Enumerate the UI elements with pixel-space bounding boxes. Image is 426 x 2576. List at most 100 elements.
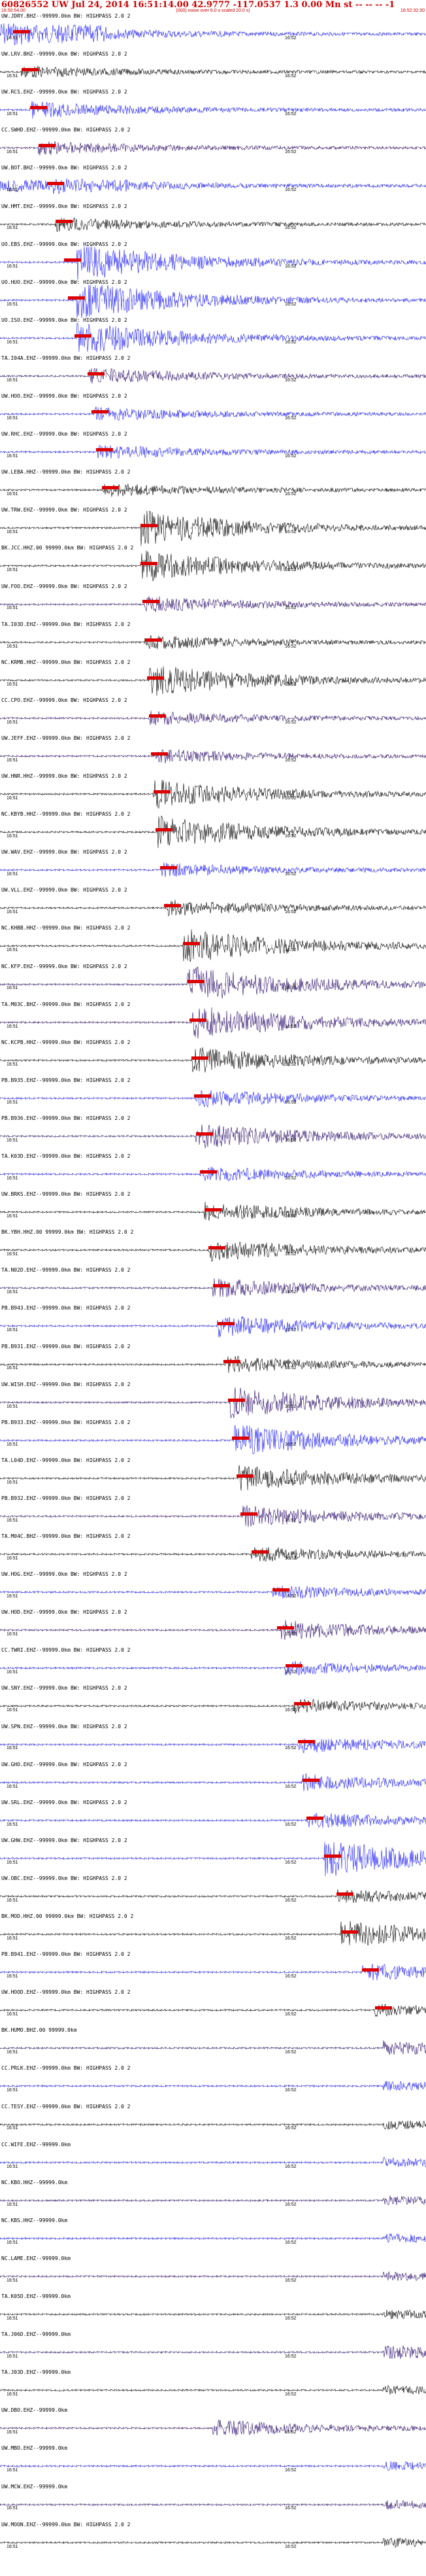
time-tick-left: 16:51 — [7, 74, 18, 79]
time-tick-right: 16:52 — [285, 35, 297, 41]
time-tick-left: 16:51 — [7, 1518, 18, 1523]
station-label: UW.HOG.EHZ--99999.0km BW: HIGHPASS 2.0 2 — [1, 1571, 127, 1578]
trace-row: UW.WISH.EHZ--99999.0km BW: HIGHPASS 2.0 … — [0, 1381, 426, 1419]
station-label: TA.K05D.EHZ--99999.0km — [1, 2293, 71, 2299]
time-tick-right: 16:52 — [285, 2430, 297, 2435]
trace-row: CC.WIFE.EHZ--99999.0km 16:51 16:52 — [0, 2141, 426, 2180]
time-tick-right: 16:52 — [285, 2050, 297, 2055]
pick-marker — [187, 980, 205, 984]
station-label: CC.PRLK.EHZ--99999.0km BW: HIGHPASS 2.0 … — [1, 2065, 131, 2072]
station-label: PB.B943.EHZ--99999.0km BW: HIGHPASS 2.0 … — [1, 1305, 131, 1312]
time-tick-right: 16:52 — [285, 1974, 297, 1979]
time-tick-right: 16:52 — [285, 986, 297, 991]
station-label: BK.MOD.HHZ.00 99999.0km BW: HIGHPASS 2.0… — [1, 1913, 134, 1919]
station-label: UW.HOOD.EHZ--99999.0km BW: HIGHPASS 2.0 … — [1, 1989, 131, 1996]
waveform-line — [0, 1813, 426, 1828]
trace-row: TA.K05D.EHZ--99999.0km 16:51 16:52 — [0, 2293, 426, 2331]
time-tick-right: 16:52 — [285, 377, 297, 383]
station-label: BK.YBH.HHZ.00 99999.0km BW: HIGHPASS 2.0… — [1, 1229, 134, 1236]
time-tick-right: 16:52 — [285, 795, 297, 801]
waveform-line — [0, 550, 426, 582]
time-tick-left: 16:51 — [7, 1404, 18, 1409]
station-label: UW.HMT.EHZ--99999.0km BW: HIGHPASS 2.0 2 — [1, 203, 127, 209]
trace-row: TA.I03D.EHZ--99999.0km BW: HIGHPASS 2.0 … — [0, 621, 426, 659]
trace-row: PB.B932.EHZ--99999.0km BW: HIGHPASS 2.0 … — [0, 1495, 426, 1533]
time-tick-left: 16:51 — [7, 530, 18, 535]
time-tick-right: 16:52 — [285, 2164, 297, 2169]
pick-marker — [144, 638, 162, 642]
waveform-line — [0, 1889, 426, 1904]
pick-marker — [323, 1854, 341, 1858]
waveform-line — [0, 966, 426, 999]
station-label: UW.JDRY.BHZ--99999.0km BW: HIGHPASS 2.0 … — [1, 13, 131, 19]
time-tick-left: 16:51 — [7, 1898, 18, 1903]
waveform-line — [0, 1278, 426, 1298]
pick-marker — [38, 144, 56, 148]
pick-marker — [189, 1018, 207, 1022]
waveform-line — [0, 635, 426, 649]
time-tick-right: 16:52 — [285, 1936, 297, 1941]
time-tick-left: 16:51 — [7, 1214, 18, 1219]
time-tick-right: 16:52 — [285, 606, 297, 611]
time-ticks — [0, 1058, 425, 1062]
station-label: CC.SWHD.EHZ--99999.0km BW: HIGHPASS 2.0 … — [1, 127, 131, 133]
trace-row: CC.CPO.EHZ--99999.0km BW: HIGHPASS 2.0 2… — [0, 697, 426, 735]
time-tick-right: 16:52 — [285, 454, 297, 459]
time-tick-left: 16:51 — [7, 568, 18, 573]
waveform-line — [0, 595, 426, 612]
time-tick-right: 16:52 — [285, 264, 297, 269]
time-tick-left: 16:51 — [7, 339, 18, 345]
trace-row: PB.B931.EHZ--99999.0km BW: HIGHPASS 2.0 … — [0, 1343, 426, 1382]
waveform-line — [0, 780, 426, 809]
time-tick-left: 16:51 — [7, 35, 18, 41]
time-tick-left: 16:51 — [7, 1936, 18, 1941]
trace-row: UO.EBS.EHZ--99999.0km BW: HIGHPASS 2.0 2… — [0, 241, 426, 282]
waveform-line — [0, 1841, 426, 1877]
waveform-line — [0, 749, 426, 763]
station-label: TA.M03C.BHZ--99999.0km BW: HIGHPASS 2.0 … — [1, 1001, 131, 1007]
pick-marker — [272, 1588, 290, 1592]
time-tick-right: 16:52 — [285, 568, 297, 573]
time-tick-left: 16:51 — [7, 1860, 18, 1865]
time-tick-left: 16:51 — [7, 2316, 18, 2321]
trace-row: CC.TESY.EHZ--99999.0km BW: HIGHPASS 2.0 … — [0, 2103, 426, 2142]
trace-row: UW.LEBA.HHZ--99999.0km BW: HIGHPASS 2.0 … — [0, 469, 426, 507]
station-label: PB.B931.EHZ--99999.0km BW: HIGHPASS 2.0 … — [1, 1343, 131, 1349]
pick-marker — [374, 2006, 392, 2010]
time-tick-left: 16:51 — [7, 1974, 18, 1979]
pick-marker — [142, 600, 160, 604]
station-label: UW.RHC.EHZ--99999.0km BW: HIGHPASS 2.0 2 — [1, 431, 127, 438]
time-tick-right: 16:52 — [285, 1784, 297, 1789]
trace-row: CC.TWRI.EHZ--99999.0km BW: HIGHPASS 2.0 … — [0, 1647, 426, 1685]
waveform-line — [0, 1661, 426, 1676]
pick-marker — [306, 1816, 324, 1820]
station-label: NC.KBYB.HHZ--99999.0km BW: HIGHPASS 2.0 … — [1, 811, 131, 818]
station-label: TA.M04C.BHZ--99999.0km BW: HIGHPASS 2.0 … — [1, 1533, 131, 1539]
waveform-line — [0, 815, 426, 848]
trace-row: TA.I04A.EHZ--99999.0km BW: HIGHPASS 2.0 … — [0, 355, 426, 393]
time-tick-left: 16:51 — [7, 492, 18, 497]
trace-row: UW.SNY.EHZ--99999.0km BW: HIGHPASS 2.0 2… — [0, 1685, 426, 1723]
waveform-line — [0, 1124, 426, 1149]
station-label: UW.GHO.EHZ--99999.0km BW: HIGHPASS 2.0 2 — [1, 1761, 127, 1767]
time-tick-right: 16:52 — [285, 644, 297, 649]
time-tick-right: 16:52 — [285, 1746, 297, 1751]
station-label: TA.N02D.EHZ--99999.0km BW: HIGHPASS 2.0 … — [1, 1267, 131, 1274]
time-tick-right: 16:52 — [285, 948, 297, 953]
trace-row: UW.JDRY.BHZ--99999.0km BW: HIGHPASS 2.0 … — [0, 13, 426, 51]
time-tick-left: 16:51 — [7, 2164, 18, 2169]
pick-marker — [159, 866, 177, 870]
waveform-line — [0, 2195, 426, 2205]
time-tick-right: 16:52 — [285, 1518, 297, 1523]
station-label: UW.LRV.BHZ--99999.0km BW: HIGHPASS 2.0 2 — [1, 51, 127, 58]
pick-marker — [63, 258, 81, 262]
time-tick-right: 16:52 — [285, 2316, 297, 2321]
waveform-line — [0, 2384, 426, 2395]
trace-row: UW.HOOD.EHZ--99999.0km BW: HIGHPASS 2.0 … — [0, 1989, 426, 2027]
trace-row: UW.BRKS.EHZ--99999.0km BW: HIGHPASS 2.0 … — [0, 1191, 426, 1229]
pick-marker — [140, 524, 158, 528]
waveform-line — [0, 2537, 426, 2548]
waveform-line — [0, 1738, 426, 1754]
time-tick-left: 16:51 — [7, 1594, 18, 1599]
time-tick-right: 16:52 — [285, 1442, 297, 1447]
